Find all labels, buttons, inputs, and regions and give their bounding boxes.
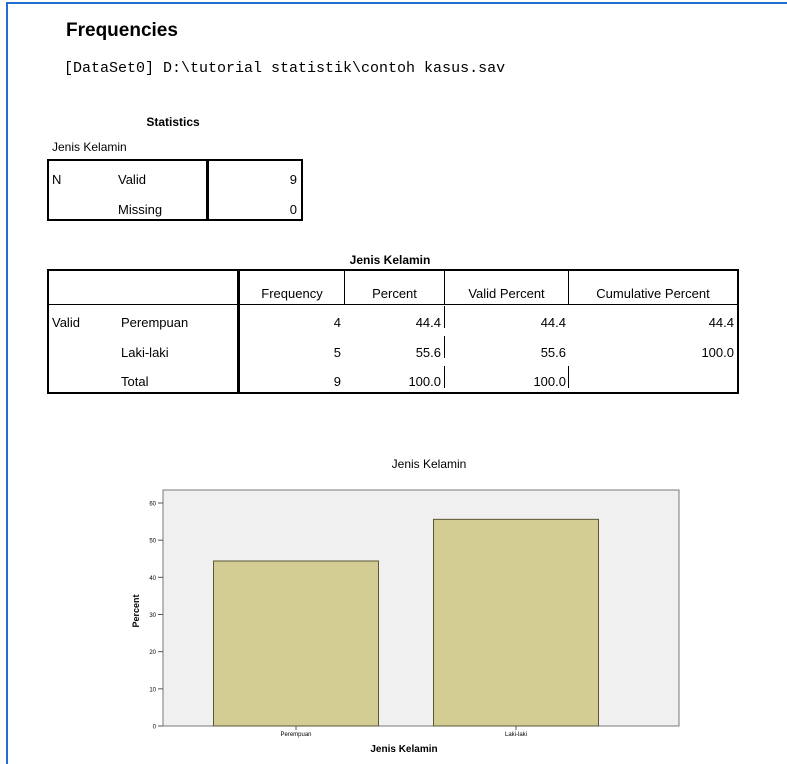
y-tick-label: 0 <box>153 725 157 731</box>
y-tick-label: 30 <box>149 613 156 619</box>
y-tick-label: 50 <box>149 539 156 545</box>
bar-chart: Jenis Kelamin 0 10 20 30 40 50 60 Percent Perempu… <box>131 457 680 755</box>
x-tick-label: Laki-laki <box>505 732 527 738</box>
chart-title: Jenis Kelamin <box>392 457 467 471</box>
bar <box>433 518 599 727</box>
x-tick-label: Perempuan <box>280 732 311 738</box>
bar <box>213 560 379 727</box>
x-axis-label: Jenis Kelamin <box>370 744 437 755</box>
y-axis-label: Percent <box>131 594 141 627</box>
y-tick-label: 60 <box>149 502 156 508</box>
y-tick-label: 40 <box>149 576 156 582</box>
y-tick-label: 20 <box>149 650 156 656</box>
y-tick-label: 10 <box>149 687 156 693</box>
